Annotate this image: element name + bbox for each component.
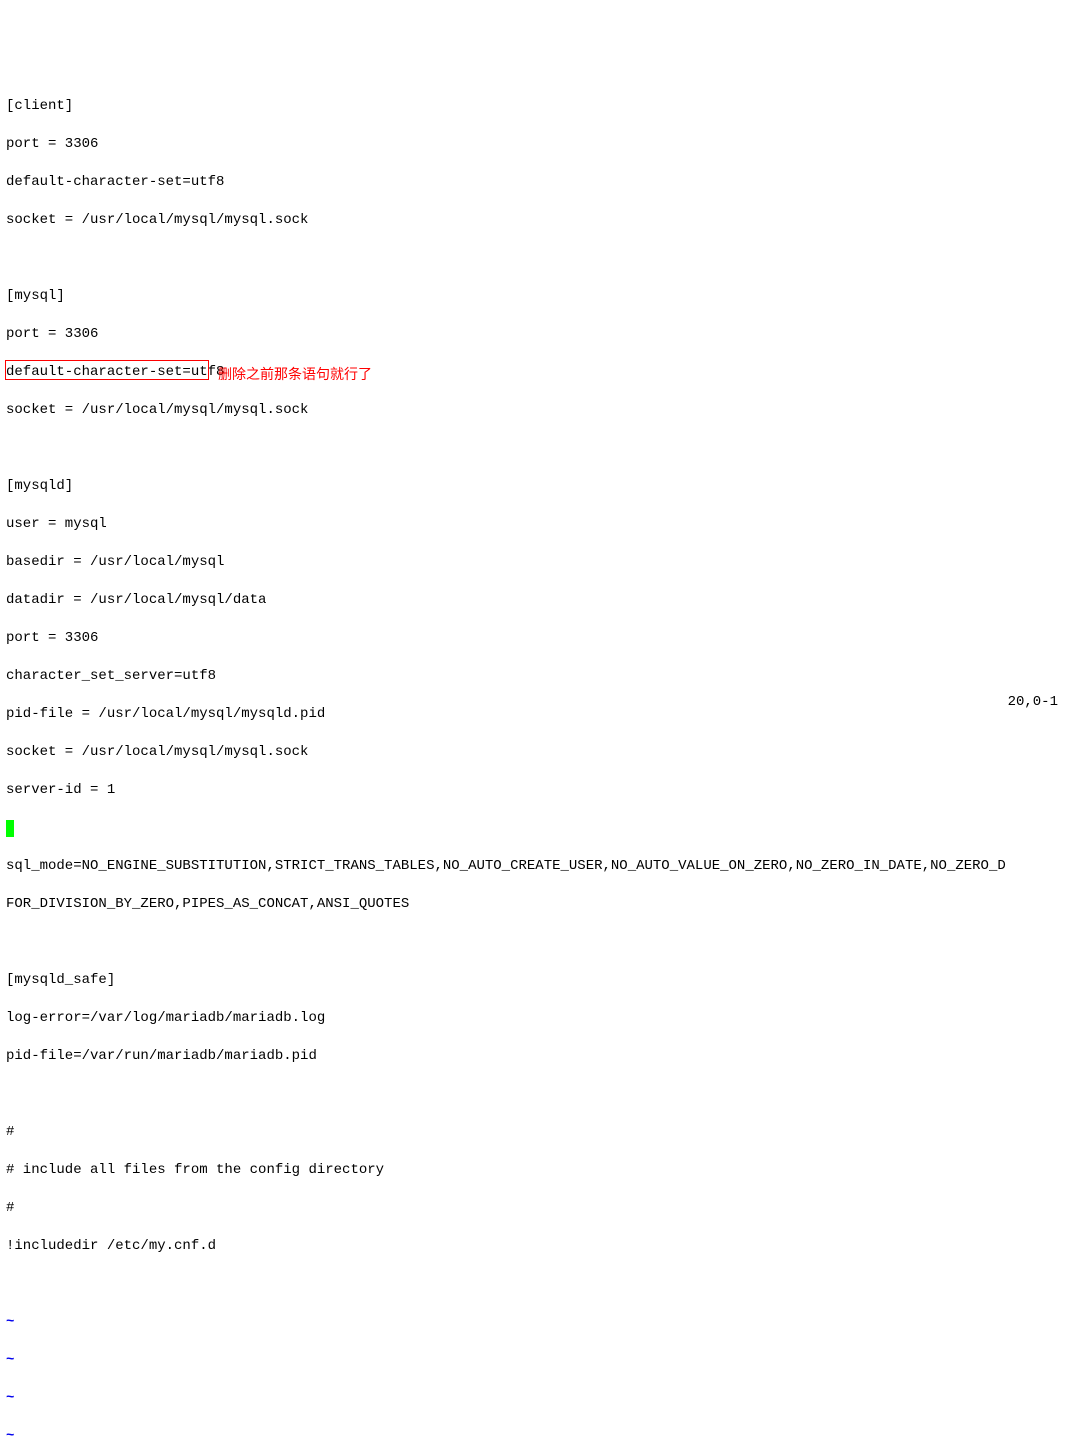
config-line: [mysqld_safe]: [6, 971, 1078, 990]
vim-tilde: ~: [6, 1313, 1078, 1332]
config-line: [6, 249, 1078, 268]
config-line: [mysql]: [6, 287, 1078, 306]
vim-cursor: [6, 820, 14, 837]
config-line: socket = /usr/local/mysql/mysql.sock: [6, 211, 1078, 230]
config-line: default-character-set=utf8: [6, 363, 1078, 382]
config-line: #: [6, 1199, 1078, 1218]
config-line: [client]: [6, 97, 1078, 116]
config-line: server-id = 1: [6, 781, 1078, 800]
config-line: sql_mode=NO_ENGINE_SUBSTITUTION,STRICT_T…: [6, 857, 1078, 876]
config-line: [6, 1275, 1078, 1294]
config-line: [6, 933, 1078, 952]
annotation-text: 删除之前那条语句就行了: [218, 365, 372, 384]
config-line: character_set_server=utf8: [6, 667, 1078, 686]
config-line: !includedir /etc/my.cnf.d: [6, 1237, 1078, 1256]
config-line: [6, 439, 1078, 458]
config-line: user = mysql: [6, 515, 1078, 534]
config-line: datadir = /usr/local/mysql/data: [6, 591, 1078, 610]
config-line: # include all files from the config dire…: [6, 1161, 1078, 1180]
config-line: FOR_DIVISION_BY_ZERO,PIPES_AS_CONCAT,ANS…: [6, 895, 1078, 914]
config-line: socket = /usr/local/mysql/mysql.sock: [6, 743, 1078, 762]
vim-tilde: ~: [6, 1351, 1078, 1370]
config-line: pid-file=/var/run/mariadb/mariadb.pid: [6, 1047, 1078, 1066]
cursor-line: [6, 819, 1078, 838]
config-line: #: [6, 1123, 1078, 1142]
config-line: pid-file = /usr/local/mysql/mysqld.pid: [6, 705, 1078, 724]
config-line: basedir = /usr/local/mysql: [6, 553, 1078, 572]
vim-tilde: ~: [6, 1389, 1078, 1408]
config-line: port = 3306: [6, 629, 1078, 648]
config-line: [6, 1085, 1078, 1104]
config-line: default-character-set=utf8: [6, 173, 1078, 192]
config-line: log-error=/var/log/mariadb/mariadb.log: [6, 1009, 1078, 1028]
config-line: port = 3306: [6, 135, 1078, 154]
config-line: socket = /usr/local/mysql/mysql.sock: [6, 401, 1078, 420]
config-line: [mysqld]: [6, 477, 1078, 496]
config-line: port = 3306: [6, 325, 1078, 344]
vim-tilde: ~: [6, 1427, 1078, 1444]
vim-editor[interactable]: [client] port = 3306 default-character-s…: [6, 78, 1078, 1444]
vim-status-position: 20,0-1: [1008, 693, 1058, 712]
